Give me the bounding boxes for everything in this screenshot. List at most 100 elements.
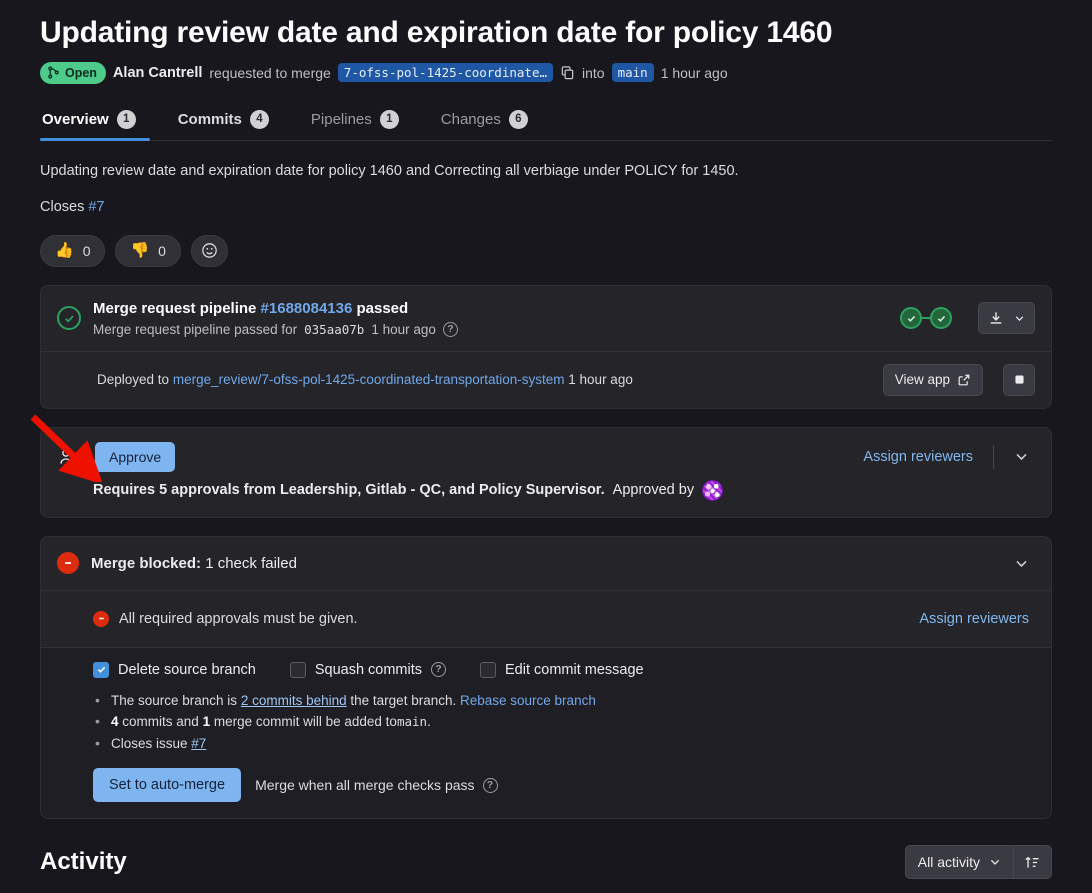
merge-blocked-text: Merge blocked: 1 check failed	[91, 555, 996, 572]
thumbs-down-count: 0	[158, 242, 166, 259]
mr-meta-row: Open Alan Cantrell requested to merge 7-…	[40, 61, 1052, 84]
activity-filter-dropdown[interactable]: All activity	[904, 845, 1014, 880]
view-app-button[interactable]: View app	[882, 363, 983, 396]
closes-issue-link[interactable]: #7	[88, 199, 104, 215]
smiley-icon	[202, 243, 217, 258]
tab-overview-count: 1	[116, 109, 136, 129]
pipeline-text-block: Merge request pipeline #1688084136 passe…	[93, 300, 888, 337]
copy-branch-icon[interactable]	[560, 65, 575, 80]
into-text: into	[582, 64, 605, 81]
bullet-commit-count: 4 commits and 1 merge commit will be add…	[93, 710, 1035, 733]
merge-blocked-widget: Merge blocked: 1 check failed All requir…	[40, 535, 1052, 820]
squash-commits-label: Squash commits	[314, 661, 423, 678]
auto-merge-help-icon[interactable]: ?	[482, 777, 498, 793]
merge-options-panel: Delete source branch Squash commits ? Ed…	[41, 646, 1051, 819]
option-delete-source-branch[interactable]: Delete source branch	[93, 661, 256, 678]
tab-commits-count: 4	[249, 109, 269, 129]
merge-blocked-icon	[57, 552, 79, 574]
bullet2-commit-count: 4	[111, 714, 119, 730]
bullet2-end: .	[427, 714, 431, 730]
edit-commit-message-checkbox[interactable]	[480, 661, 497, 678]
target-branch-chip[interactable]: main	[611, 63, 654, 82]
approver-avatar[interactable]	[702, 479, 724, 501]
bullet-commits-behind: The source branch is 2 commits behind th…	[93, 689, 1035, 712]
bullet3-pre: Closes issue	[111, 735, 188, 751]
tab-pipelines-count: 1	[379, 109, 399, 129]
rebase-source-branch-button[interactable]: Rebase source branch	[460, 693, 596, 708]
bullet2-merge-count: 1	[202, 714, 211, 730]
activity-bar: Activity All activity	[40, 845, 1052, 880]
activity-filter-label: All activity	[917, 854, 980, 871]
pipeline-id-link[interactable]: #1688084136	[261, 300, 353, 317]
activity-sort-order-button[interactable]	[1014, 845, 1052, 880]
tab-changes[interactable]: Changes 6	[439, 102, 542, 140]
merge-info-bullets: The source branch is 2 commits behind th…	[93, 689, 1035, 755]
deploy-text: Deployed to merge_review/7-ofss-pol-1425…	[57, 372, 871, 387]
pipeline-help-icon[interactable]: ?	[442, 321, 458, 337]
merge-request-page: Updating review date and expiration date…	[0, 14, 1092, 880]
pipeline-stage-1-icon[interactable]	[900, 307, 922, 329]
delete-source-branch-checkbox[interactable]	[93, 661, 109, 678]
chevron-down-icon	[1015, 315, 1024, 321]
tab-overview[interactable]: Overview 1	[40, 102, 150, 141]
option-edit-commit-message[interactable]: Edit commit message	[480, 661, 644, 678]
approvals-user-check-icon	[57, 445, 81, 469]
action-text: requested to merge	[209, 64, 331, 81]
approved-by-label: Approved by	[612, 482, 695, 498]
approve-row: Approve Assign reviewers	[41, 428, 1051, 478]
status-badge: Open	[40, 61, 106, 84]
approvals-requirement-note: Requires 5 approvals from Leadership, Gi…	[41, 478, 1051, 517]
pipeline-title-suffix: passed	[356, 299, 409, 317]
squash-commits-help-icon[interactable]: ?	[431, 662, 447, 677]
deploy-prefix: Deployed to	[97, 372, 170, 387]
source-branch-chip[interactable]: 7-ofss-pol-1425-coordinate…	[337, 63, 553, 82]
pipeline-stage-icons	[900, 307, 952, 329]
reaction-thumbs-down[interactable]: 👎 0	[115, 234, 181, 267]
approvals-expand-chevron-icon[interactable]	[1008, 445, 1035, 468]
sort-order-icon	[1025, 856, 1039, 868]
merge-blocked-label: Merge blocked:	[91, 554, 202, 572]
commits-behind-link[interactable]: 2 commits behind	[241, 693, 347, 708]
squash-commits-checkbox[interactable]	[289, 661, 306, 678]
deploy-environment-link[interactable]: merge_review/7-ofss-pol-1425-coordinated…	[173, 372, 565, 387]
activity-controls: All activity	[904, 845, 1052, 880]
set-to-auto-merge-button[interactable]: Set to auto-merge	[93, 768, 242, 803]
closes-issue-link-bullet[interactable]: #7	[191, 736, 206, 751]
reaction-thumbs-up[interactable]: 👍 0	[40, 234, 106, 267]
author-name[interactable]: Alan Cantrell	[113, 65, 202, 81]
reactions-bar: 👍 0 👎 0	[40, 234, 1052, 267]
pipeline-stage-connector	[922, 317, 930, 319]
pipeline-commit-sha[interactable]: 035aa07b	[304, 322, 364, 337]
deploy-time: 1 hour ago	[568, 372, 633, 387]
merge-blocked-header: Merge blocked: 1 check failed	[41, 537, 1051, 590]
approvals-divider	[993, 444, 994, 469]
tab-commits[interactable]: Commits 4	[176, 102, 283, 140]
add-reaction-button[interactable]	[190, 234, 228, 267]
edit-commit-message-label: Edit commit message	[505, 661, 644, 678]
failed-check-icon	[93, 610, 109, 627]
merge-request-icon	[48, 66, 59, 79]
stop-environment-button[interactable]	[1003, 363, 1035, 396]
tab-pipelines[interactable]: Pipelines 1	[309, 102, 413, 140]
bullet1-pre: The source branch is	[111, 692, 238, 708]
tab-commits-label: Commits	[177, 110, 242, 128]
page-title: Updating review date and expiration date…	[40, 16, 833, 49]
download-artifacts-button[interactable]	[978, 302, 1035, 334]
auto-merge-note: Merge when all merge checks pass ?	[255, 777, 498, 793]
option-squash-commits[interactable]: Squash commits ?	[289, 661, 447, 678]
merge-blocked-expand-chevron-icon[interactable]	[1008, 552, 1035, 575]
bullet2-post: merge commit will be added to	[213, 714, 397, 730]
pipeline-sub-prefix: Merge request pipeline passed for	[93, 321, 298, 337]
assign-reviewers-button[interactable]: Assign reviewers	[857, 442, 979, 472]
approve-button[interactable]: Approve	[95, 441, 176, 472]
pipeline-sub-time: 1 hour ago	[371, 321, 436, 337]
thumbs-up-icon: 👍	[55, 242, 74, 259]
approvals-requirement-text: Requires 5 approvals from Leadership, Gi…	[93, 482, 605, 498]
bullet-closes-issue: Closes issue #7	[93, 732, 1035, 755]
stop-icon	[1014, 375, 1024, 384]
bullet2-mid: commits and	[122, 714, 199, 730]
failed-check-assign-reviewers-button[interactable]: Assign reviewers	[913, 604, 1035, 634]
approvals-widget: Approve Assign reviewers Requires 5 appr…	[40, 426, 1052, 518]
pipeline-status-row: Merge request pipeline #1688084136 passe…	[41, 286, 1051, 351]
pipeline-stage-2-icon[interactable]	[930, 307, 952, 329]
